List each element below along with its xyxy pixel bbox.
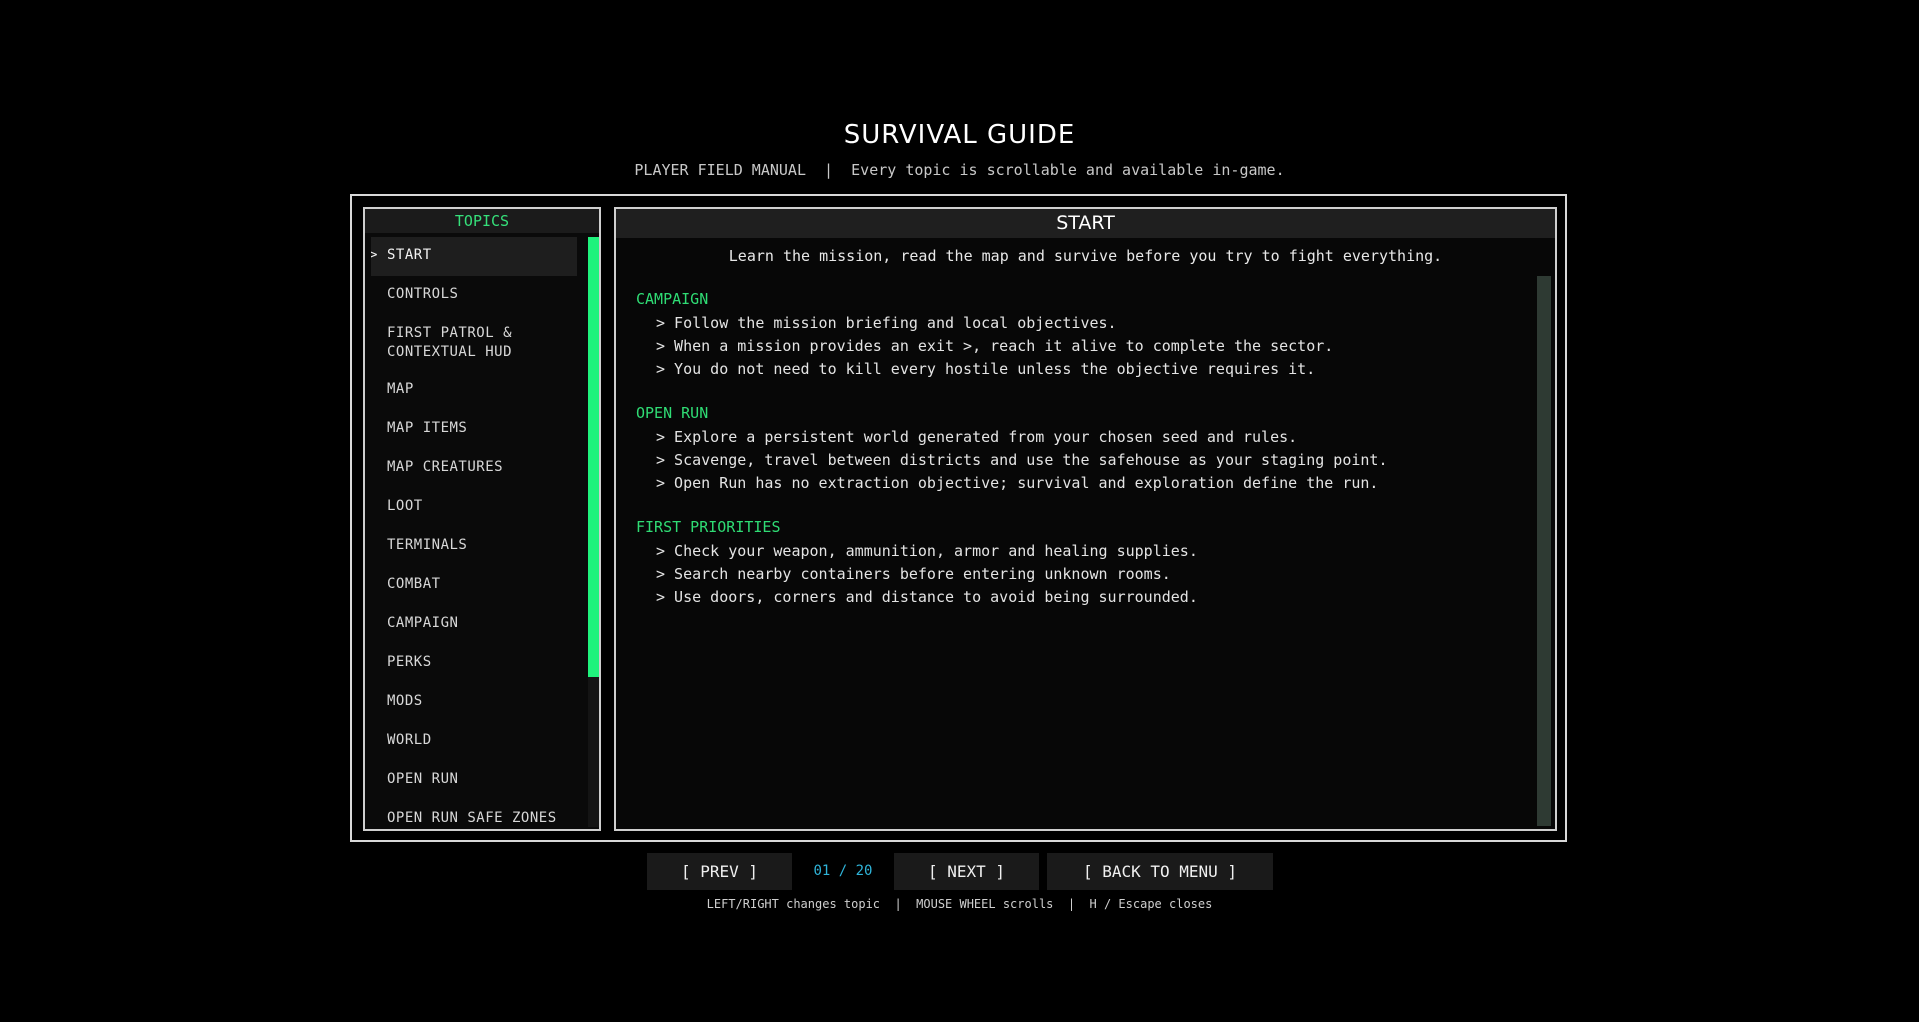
section-title: FIRST PRIORITIES <box>636 518 781 536</box>
topic-label: WORLD <box>387 732 432 748</box>
topic-label: COMBAT <box>387 576 441 592</box>
bullet-line: > You do not need to kill every hostile … <box>656 360 1316 378</box>
topic-item-combat[interactable]: COMBAT <box>371 566 577 605</box>
topic-item-mods[interactable]: MODS <box>371 683 577 722</box>
topic-item-controls[interactable]: CONTROLS <box>371 276 577 315</box>
topic-item-open-run[interactable]: OPEN RUN <box>371 761 577 800</box>
content-title: START <box>616 209 1555 238</box>
topic-item-perks[interactable]: PERKS <box>371 644 577 683</box>
guide-title: SURVIVAL GUIDE <box>843 120 1076 150</box>
topic-item-terminals[interactable]: TERMINALS <box>371 527 577 566</box>
topic-item-first-patrol[interactable]: FIRST PATROL & CONTEXTUAL HUD <box>371 315 577 371</box>
topic-label: TERMINALS <box>387 537 468 553</box>
topic-label: MAP <box>387 381 414 397</box>
topic-label: START <box>387 247 432 263</box>
guide-subtitle: PLAYER FIELD MANUAL | Every topic is scr… <box>634 161 1285 179</box>
topic-label: OPEN RUN <box>387 771 459 787</box>
content-panel: START Learn the mission, read the map an… <box>614 207 1557 831</box>
section-title: OPEN RUN <box>636 404 709 422</box>
content-body[interactable]: CAMPAIGN > Follow the mission briefing a… <box>636 279 1516 819</box>
topic-label: CONTROLS <box>387 286 459 302</box>
topic-item-loot[interactable]: LOOT <box>371 488 577 527</box>
section-first-priorities: FIRST PRIORITIES > Check your weapon, am… <box>636 517 1516 609</box>
topic-item-world[interactable]: WORLD <box>371 722 577 761</box>
bullet-line: > Explore a persistent world generated f… <box>656 428 1298 446</box>
content-scrollbar[interactable] <box>1537 276 1551 826</box>
bullet-line: > Follow the mission briefing and local … <box>656 314 1117 332</box>
topic-item-open-run-safe-zones[interactable]: OPEN RUN SAFE ZONES <box>371 800 577 827</box>
topics-scrollbar-thumb[interactable] <box>588 237 599 677</box>
section-open-run: OPEN RUN > Explore a persistent world ge… <box>636 403 1516 495</box>
topics-list[interactable]: > START CONTROLS FIRST PATROL & CONTEXTUA… <box>371 237 577 827</box>
section-campaign: CAMPAIGN > Follow the mission briefing a… <box>636 289 1516 381</box>
topic-label: FIRST PATROL & CONTEXTUAL HUD <box>387 325 513 360</box>
back-to-menu-button[interactable]: [ BACK TO MENU ] <box>1047 853 1273 890</box>
topic-label: MODS <box>387 693 423 709</box>
bullet-line: > Use doors, corners and distance to avo… <box>656 588 1198 606</box>
content-intro: Learn the mission, read the map and surv… <box>728 247 1443 265</box>
topic-label: CAMPAIGN <box>387 615 459 631</box>
bullet-line: > Search nearby containers before enteri… <box>656 565 1171 583</box>
next-button[interactable]: [ NEXT ] <box>894 853 1039 890</box>
topics-header: TOPICS <box>365 209 599 233</box>
section-title: CAMPAIGN <box>636 290 709 308</box>
topic-label: LOOT <box>387 498 423 514</box>
topic-label: MAP CREATURES <box>387 459 504 475</box>
topic-item-map[interactable]: MAP <box>371 371 577 410</box>
selected-marker: > <box>371 247 378 263</box>
page-counter: 01 / 20 <box>813 863 873 879</box>
topics-scrollbar[interactable] <box>588 237 599 827</box>
topic-label: MAP ITEMS <box>387 420 468 436</box>
topic-item-start[interactable]: > START <box>371 237 577 276</box>
topic-item-map-creatures[interactable]: MAP CREATURES <box>371 449 577 488</box>
controls-hint: LEFT/RIGHT changes topic | MOUSE WHEEL s… <box>706 897 1213 911</box>
topic-label: PERKS <box>387 654 432 670</box>
prev-button[interactable]: [ PREV ] <box>647 853 792 890</box>
topic-item-map-items[interactable]: MAP ITEMS <box>371 410 577 449</box>
bullet-line: > Check your weapon, ammunition, armor a… <box>656 542 1198 560</box>
bullet-line: > When a mission provides an exit >, rea… <box>656 337 1334 355</box>
topic-item-campaign[interactable]: CAMPAIGN <box>371 605 577 644</box>
bullet-line: > Open Run has no extraction objective; … <box>656 474 1379 492</box>
topics-panel: TOPICS > START CONTROLS FIRST PATROL & CO… <box>363 207 601 831</box>
bullet-line: > Scavenge, travel between districts and… <box>656 451 1388 469</box>
topic-label: OPEN RUN SAFE ZONES <box>387 810 557 826</box>
